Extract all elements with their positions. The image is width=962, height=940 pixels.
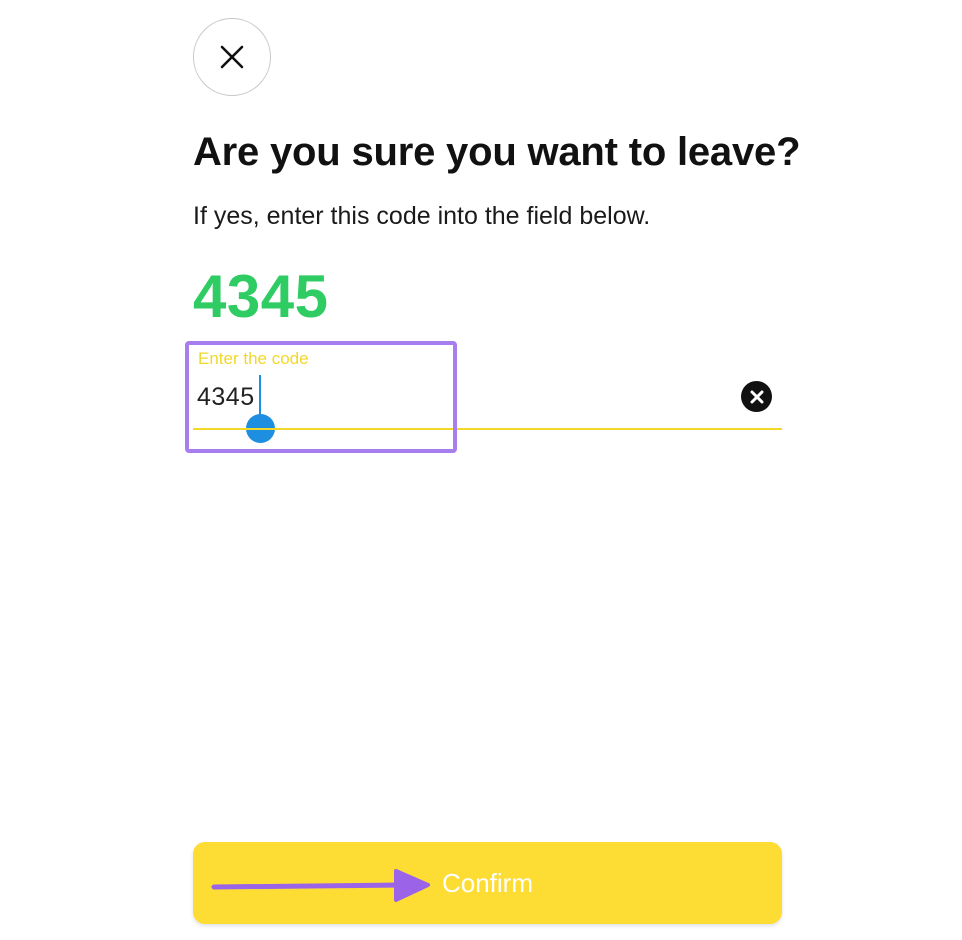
page-title: Are you sure you want to leave?	[193, 130, 801, 174]
code-field-label: Enter the code	[198, 349, 309, 368]
clear-circle-icon	[750, 390, 763, 403]
confirmation-code: 4345	[193, 263, 329, 330]
close-button[interactable]	[193, 18, 271, 96]
leave-confirmation-screen: Are you sure you want to leave? If yes, …	[0, 0, 962, 940]
confirm-button[interactable]: Confirm	[193, 842, 782, 924]
close-icon	[220, 45, 244, 69]
instruction-text: If yes, enter this code into the field b…	[193, 202, 651, 230]
clear-input-button[interactable]	[741, 381, 772, 412]
code-field: Enter the code	[193, 340, 782, 443]
confirm-button-label: Confirm	[441, 867, 533, 898]
field-underline	[193, 428, 782, 430]
code-input[interactable]	[197, 380, 717, 414]
